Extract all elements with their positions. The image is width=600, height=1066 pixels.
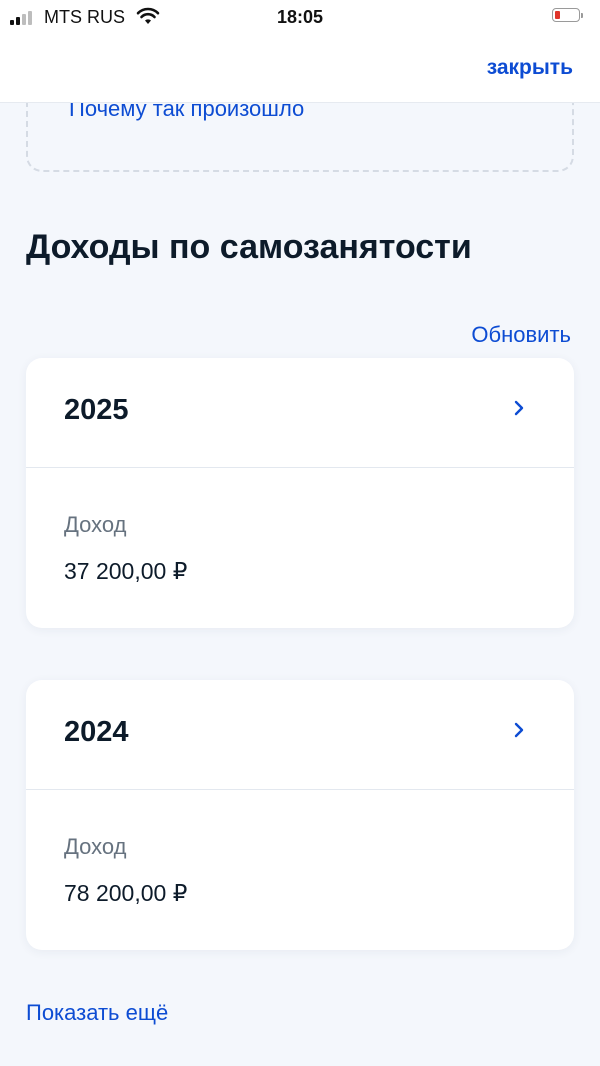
year-row-2025[interactable]: 2025 — [26, 358, 574, 468]
close-button[interactable]: закрыть — [487, 56, 573, 80]
section-title: Доходы по самозанятости — [26, 228, 472, 266]
clock: 18:05 — [276, 7, 324, 27]
card-year: 2025 — [64, 394, 129, 426]
year-row-2024[interactable]: 2024 — [26, 680, 574, 790]
show-more-link[interactable]: Показать ещё — [26, 1000, 168, 1026]
income-value: 78 200,00 ₽ — [64, 880, 188, 906]
chevron-right-icon — [514, 400, 524, 416]
card-year: 2024 — [64, 716, 129, 748]
battery-icon — [552, 8, 584, 24]
chevron-right-icon — [514, 722, 524, 738]
income-card-2025: 2025 Доход 37 200,00 ₽ — [26, 358, 574, 628]
nav-bar: закрыть — [0, 34, 600, 103]
income-label: Доход — [64, 512, 127, 537]
income-value: 37 200,00 ₽ — [64, 558, 188, 584]
status-bar: MTS RUS 18:05 — [0, 0, 600, 34]
income-card-2024: 2024 Доход 78 200,00 ₽ — [26, 680, 574, 950]
income-label: Доход — [64, 834, 127, 859]
refresh-link[interactable]: Обновить — [471, 322, 571, 348]
